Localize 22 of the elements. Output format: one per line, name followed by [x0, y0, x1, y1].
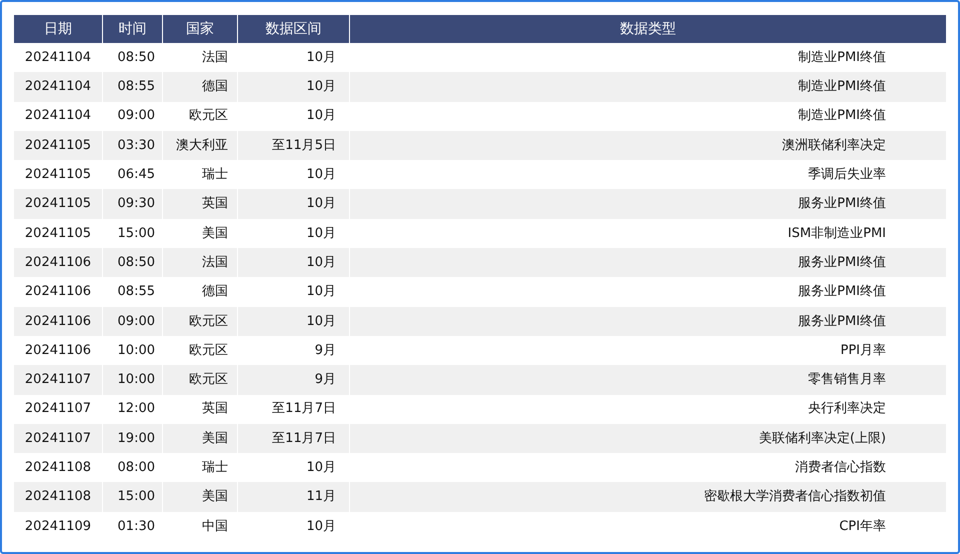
- table-cell-text: 消费者信心指数: [794, 459, 887, 478]
- table-cell-text: ISM非制造业PMI: [786, 224, 887, 243]
- table-cell-text: 密歇根大学消费者信心指数初值: [703, 488, 887, 506]
- table-cell-text: 服务业PMI终值: [797, 254, 887, 272]
- table-cell: 10月: [238, 512, 350, 542]
- table-cell-text: 制造业PMI终值: [797, 48, 887, 67]
- table-cell-text: CPI年率: [838, 518, 887, 536]
- column-header: 数据类型: [619, 20, 677, 38]
- table-cell-text: 央行利率决定: [807, 400, 887, 418]
- table-cell-text: 美联储利率决定(上限): [758, 430, 887, 448]
- table-cell-text: 零售销售月率: [807, 371, 887, 390]
- table-cell-text: 澳洲联储利率决定: [781, 136, 887, 155]
- table-cell-text: PPI月率: [839, 342, 887, 360]
- table-cell-text: 制造业PMI终值: [797, 78, 887, 96]
- table-cell-text: 服务业PMI终值: [797, 283, 887, 302]
- table-cell-text: 季调后失业率: [807, 166, 887, 184]
- table-cell-text: 制造业PMI终值: [797, 107, 887, 126]
- table-cell: 20241109: [14, 512, 103, 542]
- table-cell: 01:30: [103, 512, 163, 542]
- table-cell-text: 服务业PMI终值: [797, 312, 887, 331]
- table-cell-text: 服务业PMI终值: [797, 195, 887, 214]
- table-cell: 中国: [163, 512, 238, 542]
